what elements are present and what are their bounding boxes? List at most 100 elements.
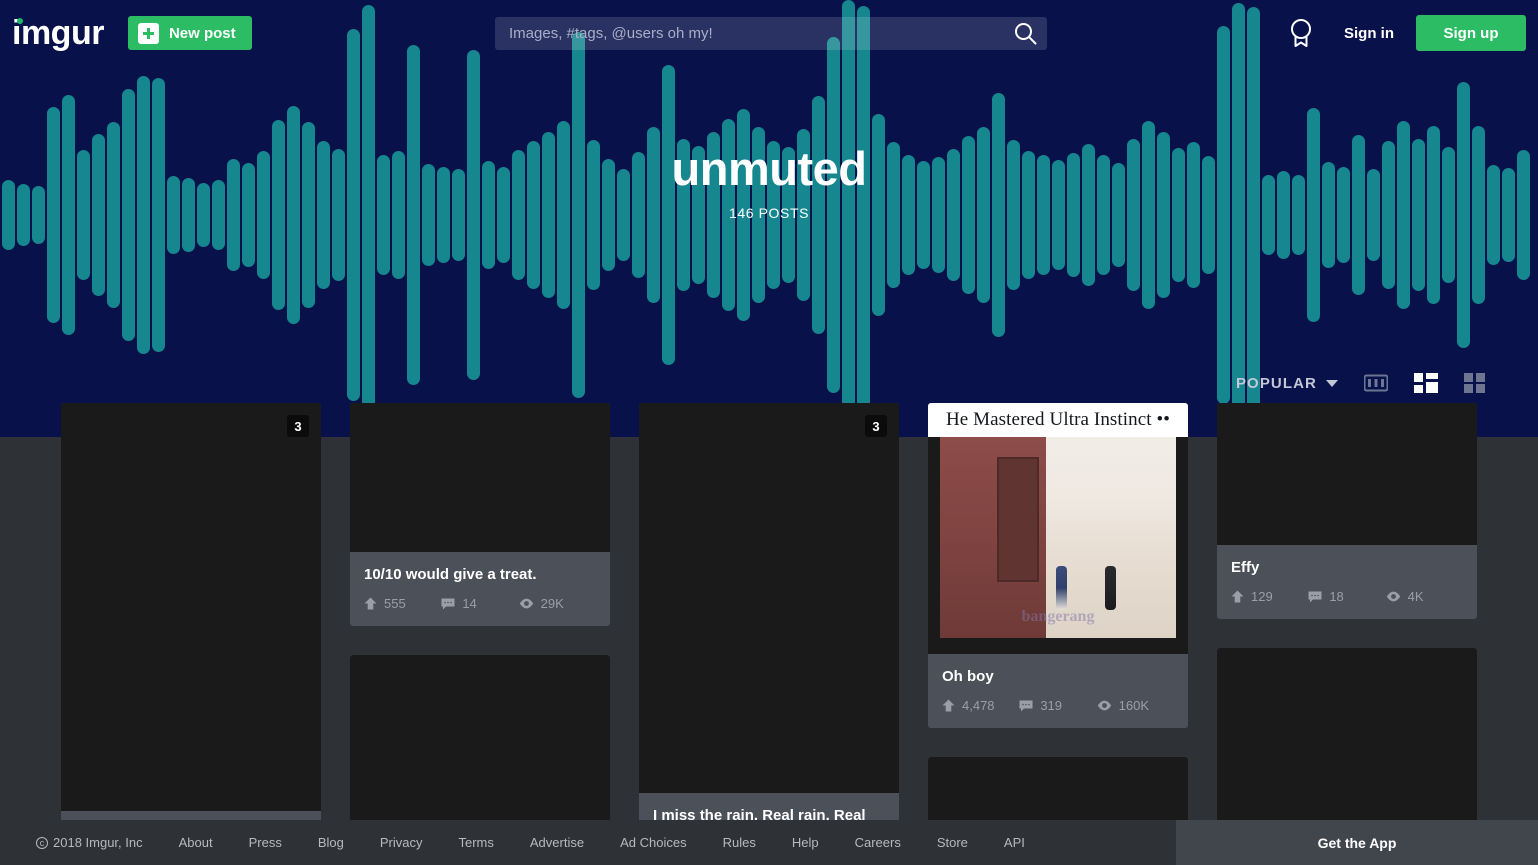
search-icon: [1014, 23, 1036, 45]
post-meta: Effy 129 18 4K: [1217, 545, 1477, 619]
eye-icon: [1386, 591, 1400, 602]
post-card[interactable]: 3I miss the rain. Real rain. Real storms…: [639, 403, 899, 865]
footer-link-store[interactable]: Store: [937, 835, 968, 850]
post-thumbnail[interactable]: [1217, 403, 1477, 545]
new-post-label: New post: [168, 24, 236, 42]
top-navigation-bar: imgur New post Sign in Sign: [0, 0, 1538, 66]
post-card[interactable]: He Mastered Ultra Instinct •• bangerang Oh…: [928, 403, 1188, 728]
comment-bubble-icon: [441, 598, 455, 609]
search-bar: [495, 17, 1047, 50]
figure-shape: [1105, 565, 1117, 610]
post-title: Effy: [1231, 559, 1260, 576]
post-meta: Oh boy 4,478 319 160K: [928, 654, 1188, 728]
footer-link-terms[interactable]: Terms: [459, 835, 494, 850]
post-card[interactable]: Effy 129 18 4K: [1217, 403, 1477, 619]
post-thumbnail[interactable]: 3: [639, 403, 899, 793]
footer-link-advertise[interactable]: Advertise: [530, 835, 584, 850]
post-image-caption: He Mastered Ultra Instinct ••: [928, 403, 1188, 437]
footer-link-blog[interactable]: Blog: [318, 835, 344, 850]
ribbon-icon: [1291, 19, 1311, 47]
post-thumbnail[interactable]: He Mastered Ultra Instinct •• bangerang: [928, 403, 1188, 654]
post-meta: 10/10 would give a treat. 555 14 29K: [350, 552, 610, 626]
view-mode-filmstrip[interactable]: [1364, 373, 1388, 393]
post-views-value: 160K: [1118, 698, 1149, 713]
footer-link-ad-choices[interactable]: Ad Choices: [620, 835, 686, 850]
get-the-app-button[interactable]: Get the App: [1176, 820, 1538, 865]
post-comments: 319: [1019, 698, 1096, 713]
post-views: 29K: [519, 596, 596, 611]
footer-link-help[interactable]: Help: [792, 835, 819, 850]
plus-icon: [137, 22, 159, 44]
grid-icon: [1464, 373, 1485, 393]
footer-link-api[interactable]: API: [1004, 835, 1025, 850]
post-comments: 18: [1308, 589, 1385, 604]
comment-bubble-icon: [1308, 591, 1322, 602]
post-points: 129: [1231, 589, 1308, 604]
post-grid-column: 3I miss the rain. Real rain. Real storms…: [639, 403, 899, 865]
post-card[interactable]: 3This lady had to escort a drunk guy out…: [61, 403, 321, 865]
post-card[interactable]: [1217, 648, 1477, 838]
search-button[interactable]: [1003, 17, 1047, 50]
post-thumbnail[interactable]: 3: [61, 403, 321, 811]
image-count-badge: 3: [865, 415, 887, 437]
post-card[interactable]: [350, 655, 610, 837]
post-thumbnail[interactable]: [350, 403, 610, 552]
footer-link-list: c 2018 Imgur, Inc About Press Blog Privacy T…: [0, 835, 1025, 850]
post-image-watermark: bangerang: [1021, 607, 1095, 625]
post-title: Oh boy: [942, 668, 994, 685]
imgur-logo-text: imgur: [12, 14, 104, 52]
upvote-arrow-icon: [364, 597, 377, 610]
post-grid-column: Effy 129 18 4K: [1217, 403, 1477, 865]
sign-up-button[interactable]: Sign up: [1416, 15, 1526, 51]
post-image-art: bangerang: [940, 437, 1176, 638]
footer-link-careers[interactable]: Careers: [855, 835, 901, 850]
post-views: 4K: [1386, 589, 1463, 604]
hero-text-block: unmuted 146 POSTS: [0, 143, 1538, 222]
sort-dropdown[interactable]: POPULAR: [1236, 375, 1338, 392]
post-points: 555: [364, 596, 441, 611]
post-comments: 14: [441, 596, 518, 611]
figure-shape: [1055, 565, 1067, 610]
footer-link-rules[interactable]: Rules: [723, 835, 756, 850]
site-footer: c 2018 Imgur, Inc About Press Blog Privacy T…: [0, 820, 1538, 865]
new-post-button[interactable]: New post: [127, 16, 252, 50]
upvote-arrow-icon: [942, 699, 955, 712]
post-points-value: 4,478: [962, 698, 995, 713]
view-mode-grid[interactable]: [1464, 373, 1486, 393]
door-shape: [996, 457, 1040, 582]
post-points-value: 555: [384, 596, 406, 611]
post-thumbnail[interactable]: [350, 655, 610, 837]
post-comments-value: 18: [1329, 589, 1344, 604]
footer-link-about[interactable]: About: [179, 835, 213, 850]
post-thumbnail[interactable]: [1217, 648, 1477, 838]
post-points-value: 129: [1251, 589, 1273, 604]
copyright-icon: c: [36, 836, 48, 849]
post-grid-column: He Mastered Ultra Instinct •• bangerang Oh…: [928, 403, 1188, 865]
post-views-value: 29K: [540, 596, 564, 611]
post-card[interactable]: 10/10 would give a treat. 555 14 29K: [350, 403, 610, 626]
view-mode-mixed-grid[interactable]: [1414, 373, 1438, 393]
copyright-label: 2018 Imgur, Inc: [53, 835, 143, 850]
tag-post-count: 146 POSTS: [728, 205, 810, 221]
post-views: 160K: [1097, 698, 1174, 713]
sort-dropdown-label: POPULAR: [1235, 374, 1317, 392]
nav-right-group: Sign in Sign up: [1278, 0, 1526, 66]
eye-icon: [1097, 700, 1111, 711]
post-points: 4,478: [942, 698, 1019, 713]
eye-icon: [519, 598, 533, 609]
image-count-badge: 3: [287, 415, 309, 437]
mixed-grid-icon: [1414, 373, 1438, 393]
rewards-ribbon-button[interactable]: [1278, 10, 1324, 56]
sign-in-link[interactable]: Sign in: [1344, 25, 1394, 42]
post-stats: 129 18 4K: [1231, 589, 1463, 604]
imgur-logo[interactable]: imgur: [12, 16, 104, 50]
post-stats: 4,478 319 160K: [942, 698, 1174, 713]
post-title: 10/10 would give a treat.: [364, 566, 537, 583]
post-comments-value: 14: [462, 596, 477, 611]
post-grid-column: 10/10 would give a treat. 555 14 29K: [350, 403, 610, 865]
post-grid-column: 3This lady had to escort a drunk guy out…: [61, 403, 321, 865]
footer-link-privacy[interactable]: Privacy: [380, 835, 423, 850]
footer-link-press[interactable]: Press: [249, 835, 282, 850]
search-input[interactable]: [495, 25, 1003, 42]
imgur-page: unmuted 146 POSTS POPULAR imgur New post…: [0, 0, 1538, 865]
